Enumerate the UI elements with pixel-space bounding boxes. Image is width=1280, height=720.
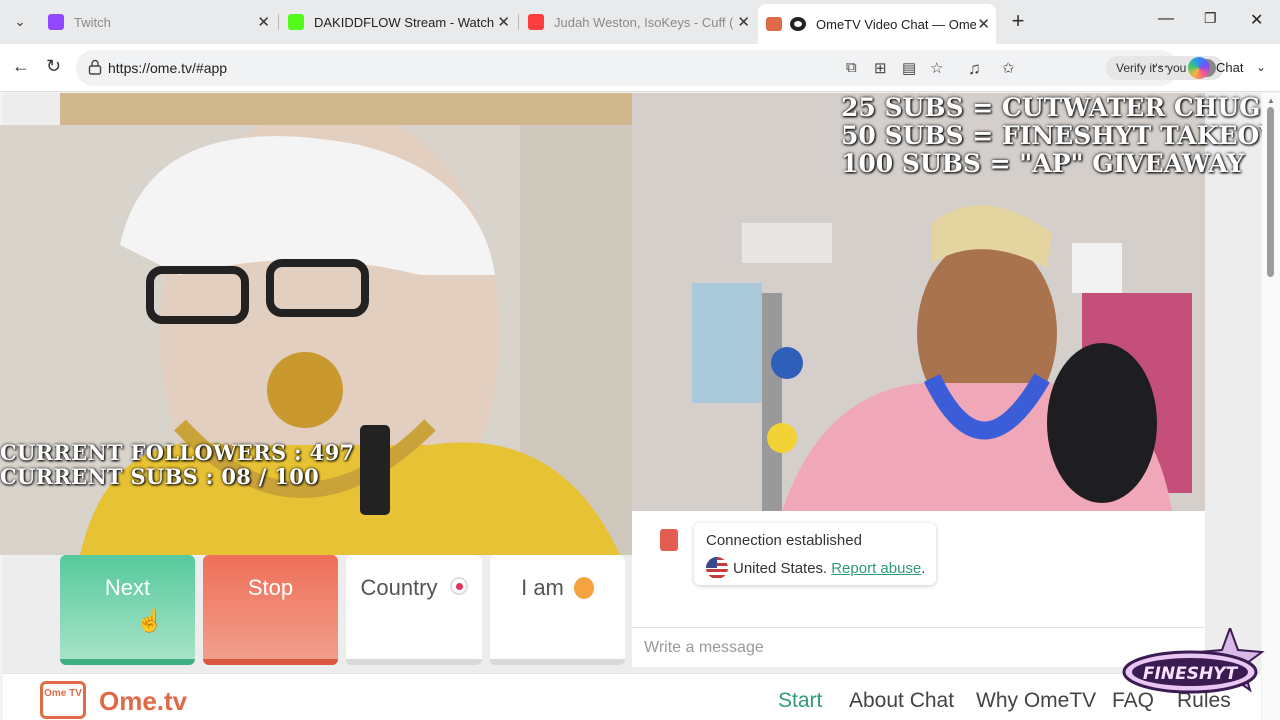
- kick-icon: [288, 14, 304, 30]
- close-tab-icon[interactable]: ✕: [977, 15, 990, 33]
- restore-icon[interactable]: ❐: [1204, 10, 1217, 27]
- gender-button[interactable]: I am: [490, 555, 625, 665]
- twitch-icon: [48, 14, 64, 30]
- ometv-favicon-icon: [766, 17, 782, 31]
- country-button[interactable]: Country: [346, 555, 482, 665]
- fineshyt-watermark-logo: FINESHYT: [1122, 628, 1265, 694]
- tab-divider: [278, 14, 279, 30]
- tab-divider: [518, 14, 519, 30]
- ometv-page: CURRENT FOLLOWERS : 497 CURRENT SUBS : 0…: [0, 93, 1280, 720]
- tab-youtube[interactable]: Judah Weston, IsoKeys - Cuff (Official ✕: [520, 8, 756, 36]
- camera-permission-icon[interactable]: ⧉: [846, 59, 857, 76]
- scrollbar-thumb[interactable]: [1267, 107, 1274, 277]
- footer-link-why[interactable]: Why OmeTV: [976, 689, 1096, 713]
- extensions-icon[interactable]: ⊞: [874, 59, 887, 77]
- lock-icon[interactable]: [88, 59, 102, 75]
- close-tab-icon[interactable]: ✕: [737, 13, 750, 31]
- footer-link-start[interactable]: Start: [778, 689, 822, 713]
- navigation-bar: ← ↻ https://ome.tv/#app ⧉ ⊞ ▤ ☆ ♫ ✩ Veri…: [0, 44, 1280, 92]
- tab-title: OmeTV Video Chat — Omegle: [816, 16, 976, 32]
- connection-message: Connection established United States. Re…: [694, 523, 936, 585]
- stranger-country: United States.: [733, 559, 828, 577]
- stranger-video-frame: [0, 125, 665, 555]
- recording-icon: [790, 17, 806, 31]
- tab-title: DAKIDDFLOW Stream - Watch Live: [314, 14, 494, 30]
- tab-title: Judah Weston, IsoKeys - Cuff (Official: [554, 14, 734, 30]
- camera-icon: [660, 529, 678, 551]
- report-period: .: [921, 559, 926, 577]
- copilot-chat-label[interactable]: Chat: [1216, 60, 1243, 75]
- sub-goal-100: 100 SUBS = "AP" GIVEAWAY: [841, 149, 1245, 178]
- tab-strip: ⌄ Twitch ✕ DAKIDDFLOW Stream - Watch Liv…: [0, 0, 1280, 44]
- tab-twitch[interactable]: Twitch ✕: [40, 8, 276, 36]
- footer-link-about[interactable]: About Chat: [849, 689, 954, 713]
- hand-cursor-icon: ☝: [136, 608, 164, 633]
- back-arrow-icon[interactable]: ←: [12, 56, 30, 77]
- ometv-logo-icon[interactable]: Ome TV: [40, 681, 86, 719]
- site-footer: Ome TV Ome.tv Start About Chat Why OmeTV…: [3, 673, 1261, 720]
- stop-label: Stop: [247, 575, 294, 600]
- new-tab-plus-icon[interactable]: +: [1006, 8, 1030, 36]
- copilot-icon[interactable]: [1188, 57, 1210, 79]
- favorite-star-icon[interactable]: ☆: [930, 59, 943, 77]
- tab-title: Twitch: [74, 14, 111, 30]
- us-flag-icon: [706, 557, 728, 579]
- next-button[interactable]: Next: [60, 555, 195, 665]
- collections-icon[interactable]: ✩: [1002, 59, 1015, 77]
- sub-goal-25: 25 SUBS = CUTWATER CHUG: [841, 93, 1261, 122]
- subs-overlay: CURRENT SUBS : 08 / 100: [0, 464, 320, 489]
- country-indicator-icon: [449, 577, 468, 595]
- tab-ometv[interactable]: OmeTV Video Chat — Omegle ✕: [758, 4, 996, 44]
- address-bar[interactable]: https://ome.tv/#app ⧉ ⊞ ▤ ☆ ♫ ✩ Verify i…: [76, 50, 1224, 86]
- gender-label: I am: [521, 575, 564, 600]
- svg-text:FINESHYT: FINESHYT: [1143, 664, 1239, 684]
- site-logo-text[interactable]: Ome.tv: [99, 686, 187, 717]
- country-label: Country: [360, 575, 438, 600]
- stop-button[interactable]: Stop: [203, 555, 338, 665]
- close-tab-icon[interactable]: ✕: [257, 13, 270, 31]
- window-close-icon[interactable]: ✕: [1250, 10, 1263, 30]
- report-abuse-link[interactable]: Report abuse: [831, 560, 921, 577]
- user-emoji-icon: [573, 577, 594, 599]
- connection-status: Connection established: [706, 532, 862, 549]
- followers-overlay: CURRENT FOLLOWERS : 497: [0, 440, 355, 465]
- stranger-video: CURRENT FOLLOWERS : 497 CURRENT SUBS : 0…: [0, 125, 665, 555]
- tab-dakiddflow[interactable]: DAKIDDFLOW Stream - Watch Live ✕: [280, 8, 516, 36]
- page-scrollbar[interactable]: ▲: [1262, 93, 1280, 720]
- minimize-icon[interactable]: —: [1158, 10, 1174, 28]
- chevron-down-icon[interactable]: ⌄: [1256, 60, 1266, 74]
- close-tab-icon[interactable]: ✕: [497, 13, 510, 31]
- scroll-up-icon[interactable]: ▲: [1267, 96, 1275, 105]
- more-options-icon[interactable]: ⋯: [1152, 57, 1169, 77]
- media-control-icon[interactable]: ♫: [968, 59, 981, 79]
- url-text[interactable]: https://ome.tv/#app: [108, 60, 227, 76]
- refresh-icon[interactable]: ↻: [46, 56, 61, 77]
- youtube-icon: [528, 14, 544, 30]
- sub-goal-50: 50 SUBS = FINESHYT TAKEOVER: [841, 121, 1280, 150]
- tab-actions-chevron-down-icon[interactable]: ⌄: [6, 8, 34, 36]
- reading-view-icon[interactable]: ▤: [902, 59, 916, 77]
- logo-small-text: Ome TV: [44, 688, 82, 699]
